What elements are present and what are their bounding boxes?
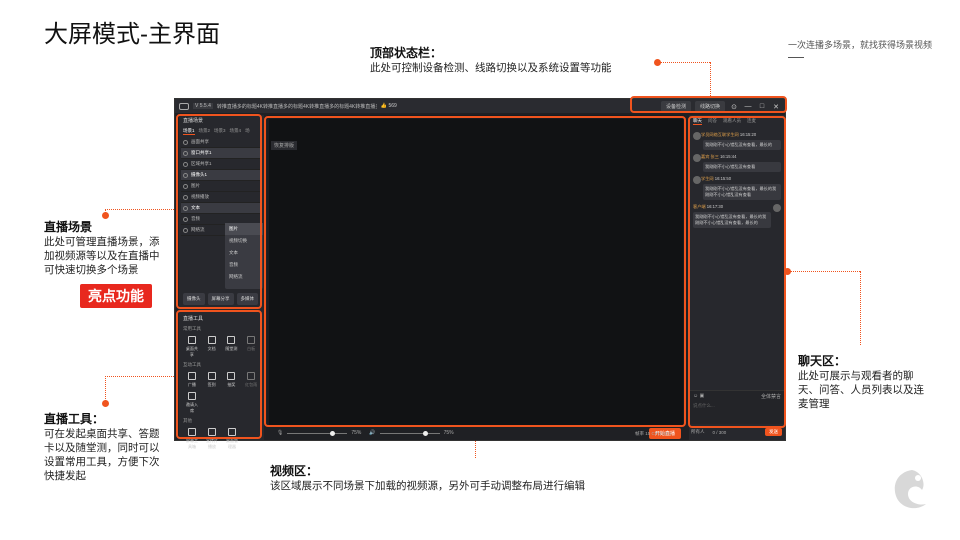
connector-line bbox=[105, 376, 106, 401]
highlight-top-status bbox=[630, 96, 787, 113]
connector-line bbox=[790, 271, 860, 272]
annotation-title: 直播场景 bbox=[44, 220, 93, 234]
annotation-tools: 直播工具： 可在发起桌面共享、答题卡以及随堂测，同时可以设置常用工具，方便下次快… bbox=[44, 410, 169, 483]
live-title: 转推直播多的标题4K转推直播多的标题4K转推直播多的标题4K转推直播多的标题4K… bbox=[216, 103, 377, 110]
send-to-select[interactable]: 所有人 bbox=[691, 429, 705, 435]
brand-logo-icon bbox=[894, 470, 926, 509]
top-right-note: 一次连播多场景，就找获得场景视频 bbox=[787, 38, 932, 58]
tool-label: 宣传片播放 bbox=[206, 438, 218, 449]
mic-volume-slider[interactable] bbox=[287, 430, 348, 436]
annotation-text: 该区域展示不同场景下加载的视频源，另外可手动调整布局进行编辑 bbox=[270, 480, 585, 492]
connector-dot bbox=[102, 212, 109, 219]
highlight-badge: 亮点功能 bbox=[80, 284, 152, 308]
annotation-title: 顶部状态栏： bbox=[370, 46, 443, 60]
annotation-top-status: 顶部状态栏： 此处可控制设备检测、线路切换以及系统设置等功能 bbox=[370, 44, 670, 75]
version-badge: V 5.5.4 bbox=[193, 103, 213, 109]
connector-line bbox=[860, 271, 861, 345]
note-text: 一次连播多场景，就找获得场景视频 bbox=[787, 40, 932, 50]
app-logo-icon bbox=[179, 102, 189, 110]
annotation-title: 视频区： bbox=[270, 464, 319, 478]
annotation-text: 可在发起桌面共享、答题卡以及随堂测，同时可以设置常用工具，方便下次快捷发起 bbox=[44, 428, 160, 482]
likes-count: 👍 569 bbox=[380, 103, 397, 109]
note-underline bbox=[787, 57, 804, 58]
connector-line bbox=[660, 62, 710, 63]
annotation-scenes: 直播场景 此处可管理直播场景，添加视频源等以及在直播中可快速切换多个场景 bbox=[44, 218, 166, 277]
audio-control-bar: 🎙 75% 🔊 75% 开始直播 bbox=[267, 426, 685, 440]
tool-label: 桌面管理器 bbox=[226, 438, 238, 449]
annotation-video: 视频区： 该区域展示不同场景下加载的视频源，另外可手动调整布局进行编辑 bbox=[270, 462, 650, 493]
tool-label: 屏幕工具箱 bbox=[186, 438, 198, 449]
slider-knob[interactable] bbox=[330, 430, 336, 436]
speaker-volume-value: 75% bbox=[443, 430, 454, 436]
send-button[interactable]: 发送 bbox=[765, 428, 782, 436]
connector-line bbox=[105, 209, 178, 210]
highlight-scenes bbox=[176, 114, 262, 309]
slide-title: 大屏模式-主界面 bbox=[44, 21, 220, 48]
speaker-icon[interactable]: 🔊 bbox=[369, 430, 375, 436]
connector-line bbox=[105, 376, 178, 377]
annotation-title: 直播工具： bbox=[44, 412, 105, 426]
connector-line bbox=[710, 62, 711, 96]
slider-knob[interactable] bbox=[422, 430, 428, 436]
annotation-title: 聊天区： bbox=[798, 354, 847, 368]
annotation-text: 此处可控制设备检测、线路切换以及系统设置等功能 bbox=[370, 62, 612, 74]
highlight-tools bbox=[176, 310, 262, 439]
char-count: 0 / 300 bbox=[712, 429, 727, 435]
microphone-icon[interactable]: 🎙 bbox=[277, 430, 283, 436]
annotation-chat: 聊天区： 此处可展示与观看者的聊天、问答、人员列表以及连麦管理 bbox=[798, 352, 928, 411]
speaker-volume-slider[interactable] bbox=[379, 430, 440, 436]
mic-volume-value: 75% bbox=[351, 430, 362, 436]
highlight-chat bbox=[688, 116, 786, 428]
highlight-video bbox=[264, 116, 686, 427]
annotation-text: 此处可管理直播场景，添加视频源等以及在直播中可快速切换多个场景 bbox=[44, 236, 160, 276]
connector-dot bbox=[102, 400, 109, 407]
annotation-text: 此处可展示与观看者的聊天、问答、人员列表以及连麦管理 bbox=[798, 370, 924, 410]
status-bar: 帧率 15 CPU 60% bbox=[635, 431, 672, 436]
